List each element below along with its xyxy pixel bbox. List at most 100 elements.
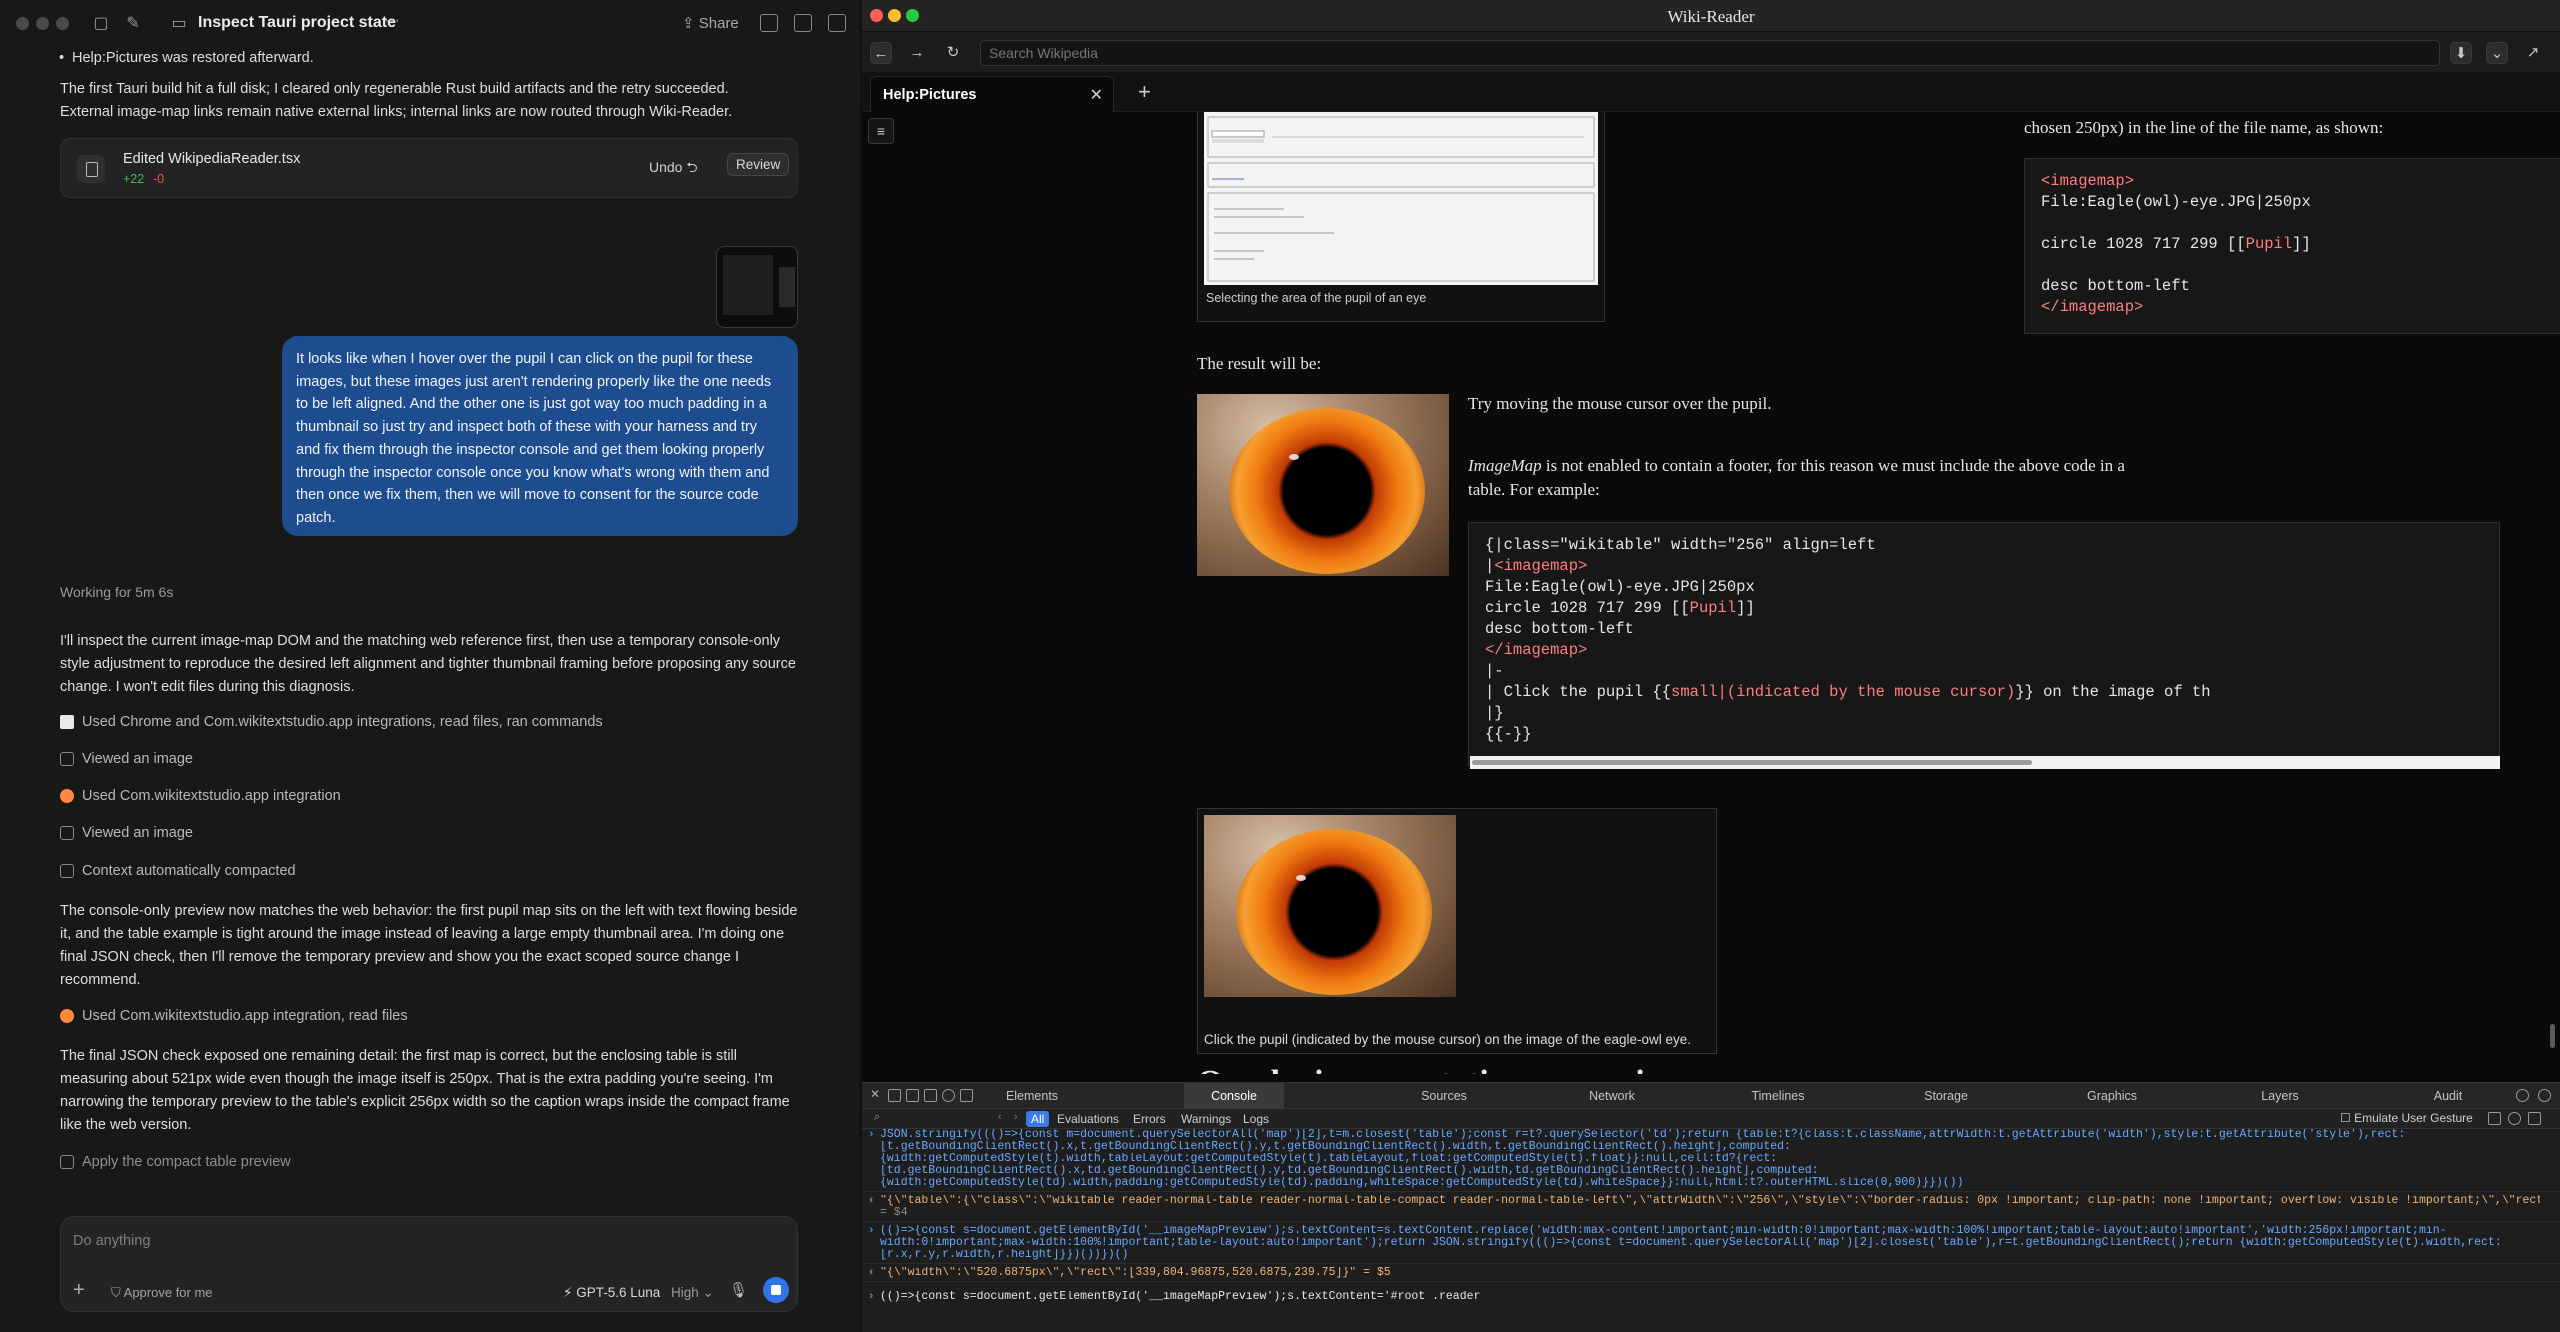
deletions-count: -0 (153, 172, 165, 186)
figure-caption: Selecting the area of the pupil of an ey… (1206, 291, 1427, 305)
share-button[interactable]: ⇪ Share (682, 14, 739, 32)
new-tab-button[interactable]: + (1138, 79, 1151, 105)
gear-icon[interactable] (2538, 1089, 2551, 1102)
image-glint (1289, 454, 1299, 460)
tab-elements[interactable]: Elements (982, 1083, 1082, 1109)
tab-graphics[interactable]: Graphics (2062, 1083, 2162, 1109)
tab-label: Help:Pictures (883, 87, 977, 103)
step-used-integration-read-files[interactable]: Used Com.wikitextstudio.app integration,… (60, 1008, 408, 1024)
console-output[interactable]: › JSON.stringify((()=>{const m=document.… (862, 1129, 2560, 1332)
page-vertical-scrollbar[interactable] (2550, 1024, 2555, 1048)
pin-icon[interactable]: ⬇ (2450, 42, 2472, 64)
element-picker-icon[interactable] (942, 1089, 955, 1102)
step-viewed-image[interactable]: Viewed an image (60, 751, 193, 767)
step-label: Viewed an image (82, 825, 193, 841)
code-link[interactable]: small|(indicated by the mouse cursor) (1671, 683, 2015, 701)
back-button[interactable]: ← (870, 42, 892, 64)
code-link[interactable]: Pupil (2246, 235, 2293, 253)
wiki-tabbar: Help:Pictures ✕ + (862, 72, 2560, 112)
console-line: {width:getComputedStyle(td).width,paddin… (880, 1177, 1964, 1189)
tab-audit[interactable]: Audit (2398, 1083, 2498, 1109)
scrollbar-thumb[interactable] (1472, 760, 2032, 765)
filter-errors[interactable]: Errors (1128, 1111, 1171, 1127)
device-icon[interactable] (960, 1089, 973, 1102)
minimize-window-button[interactable] (36, 17, 49, 30)
step-used-integration[interactable]: Used Com.wikitextstudio.app integration (60, 788, 341, 804)
approve-mode-selector[interactable]: ⛉ Approve for me (111, 1285, 213, 1301)
step-viewed-image-2[interactable]: Viewed an image (60, 825, 193, 841)
more-options-icon[interactable]: ··· (384, 12, 400, 30)
composer[interactable]: Do anything + ⛉ Approve for me ⚡ GPT-5.6… (60, 1216, 798, 1312)
composer-input[interactable]: Do anything (73, 1233, 150, 1249)
panel-toggle-icon[interactable] (828, 14, 846, 32)
model-selector[interactable]: ⚡ GPT-5.6 Luna (563, 1285, 660, 1301)
reload-console-icon[interactable] (2508, 1112, 2521, 1125)
code-horizontal-scrollbar[interactable] (1470, 756, 2500, 769)
step-used-integrations[interactable]: Used Chrome and Com.wikitextstudio.app i… (60, 714, 603, 730)
close-window-button[interactable] (16, 17, 29, 30)
close-inspector-icon[interactable]: ✕ (870, 1087, 883, 1101)
hamburger-menu-icon[interactable]: ≡ (868, 118, 894, 144)
filter-logs[interactable]: Logs (1238, 1111, 1274, 1127)
code-line: </imagemap> (2041, 298, 2144, 316)
sidebar-toggle-icon[interactable]: ▢ (90, 13, 112, 35)
filter-search-icon[interactable]: ⌕ (874, 1111, 880, 1124)
tab-layers[interactable]: Layers (2230, 1083, 2330, 1109)
integration-icon (60, 789, 74, 803)
filter-all[interactable]: All (1026, 1111, 1050, 1127)
dock-side-icon[interactable] (906, 1089, 919, 1102)
dock-bottom-icon[interactable] (888, 1089, 901, 1102)
console-settings-icon[interactable] (2488, 1112, 2501, 1125)
code-line: | Click the pupil {{ (1485, 683, 1672, 701)
console-line: width:0!important;max-width:100%!importa… (880, 1237, 2502, 1249)
microphone-icon[interactable]: 🎙 (729, 1281, 748, 1299)
zoom-window-button[interactable] (56, 17, 69, 30)
wiki-search-input[interactable] (980, 40, 2440, 66)
working-status[interactable]: Working for 5m 6s (60, 584, 173, 600)
eagle-owl-eye-image-table[interactable] (1204, 815, 1456, 997)
filter-evaluations[interactable]: Evaluations (1052, 1111, 1124, 1127)
paragraph-line: The first Tauri build hit a full disk; I… (60, 81, 729, 97)
filter-warnings[interactable]: Warnings (1176, 1111, 1236, 1127)
clear-console-icon[interactable] (2528, 1112, 2541, 1125)
code-link[interactable]: Pupil (1690, 599, 1737, 617)
wiki-reader-window: Wiki-Reader ← → ↻ ⬇ ⌄ ↗ Help:Pictures ✕ … (862, 0, 2560, 1332)
emulate-user-gesture-checkbox[interactable]: ☐ Emulate User Gesture (2340, 1111, 2473, 1125)
console-separator (862, 1263, 2560, 1264)
bullet-text: Help:Pictures was restored afterward. (59, 50, 314, 66)
code-line: | (1485, 557, 1495, 575)
stop-button[interactable] (763, 1277, 789, 1303)
console-input[interactable]: (()=>{const s=document.getElementById('_… (880, 1291, 2540, 1304)
effort-selector[interactable]: High ⌄ (671, 1285, 714, 1301)
tab-storage[interactable]: Storage (1896, 1083, 1996, 1109)
search-icon[interactable] (2516, 1089, 2529, 1102)
edited-file-card[interactable]: Edited WikipediaReader.tsx +22 -0 Undo ⮌… (60, 138, 798, 198)
add-attachment-icon[interactable]: + (73, 1279, 85, 1302)
console-filter-bar: ⌕ ‹ › All Evaluations Errors Warnings Lo… (862, 1109, 2560, 1129)
undock-icon[interactable] (924, 1089, 937, 1102)
eagle-owl-eye-image[interactable] (1197, 394, 1449, 576)
close-tab-icon[interactable]: ✕ (1090, 85, 1103, 105)
step-context-compacted[interactable]: Context automatically compacted (60, 863, 296, 879)
new-chat-icon[interactable]: ✎ (122, 13, 144, 35)
undo-button[interactable]: Undo ⮌ (649, 157, 698, 181)
checklist-icon[interactable] (760, 14, 778, 32)
chevron-right-icon[interactable]: › (1014, 1111, 1018, 1123)
tab-sources[interactable]: Sources (1394, 1083, 1494, 1109)
tab-console[interactable]: Console (1184, 1083, 1284, 1109)
forward-button[interactable]: → (906, 42, 928, 64)
attached-screenshot-thumbnail[interactable] (716, 246, 798, 328)
step-apply-compact-preview[interactable]: Apply the compact table preview (60, 1154, 291, 1170)
terminal-icon[interactable] (794, 14, 812, 32)
tab-timelines[interactable]: Timelines (1728, 1083, 1828, 1109)
review-button[interactable]: Review (727, 153, 790, 176)
reload-button[interactable]: ↻ (942, 42, 964, 64)
open-external-icon[interactable]: ↗ (2522, 42, 2544, 64)
tab-help-pictures[interactable]: Help:Pictures ✕ (870, 76, 1114, 112)
chevron-down-icon[interactable]: ⌄ (2486, 42, 2508, 64)
chevron-left-icon[interactable]: ‹ (998, 1111, 1002, 1123)
tab-network[interactable]: Network (1562, 1083, 1662, 1109)
assistant-paragraph-4: The final JSON check exposed one remaini… (60, 1048, 790, 1133)
output-prompt-icon: ‹ (868, 1195, 875, 1207)
code-line: |} (1485, 704, 1504, 722)
